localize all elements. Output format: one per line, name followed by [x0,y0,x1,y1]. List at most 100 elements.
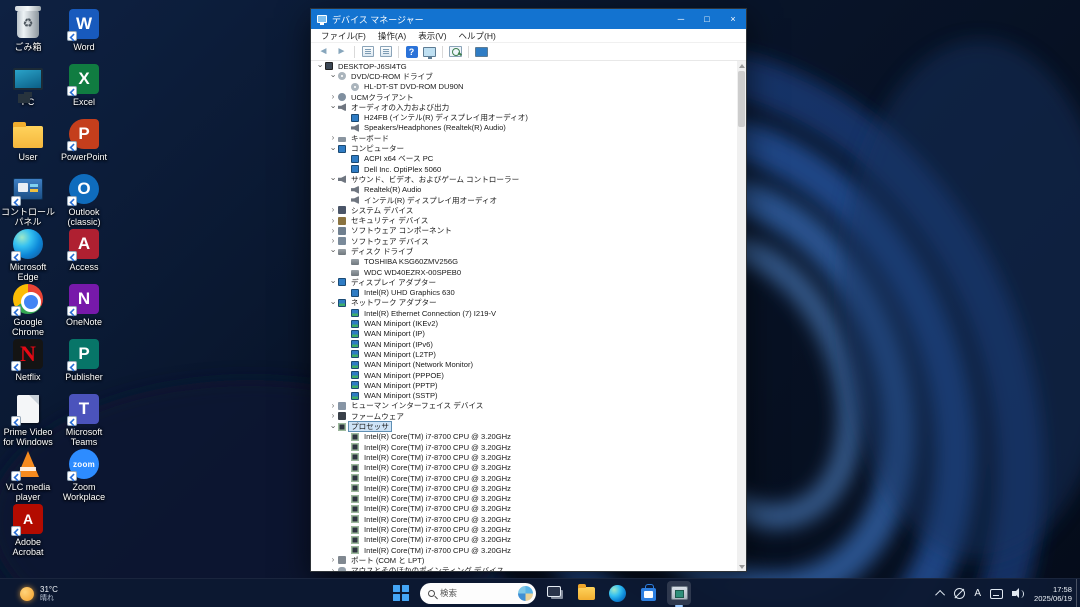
tree-item[interactable]: ACPI x64 ベース PC [311,154,737,164]
tree-item[interactable]: ›オーディオの入力および出力 [311,102,737,112]
vertical-scrollbar[interactable] [737,61,746,571]
tree-item[interactable]: HL-DT-ST DVD-ROM DU90N [311,82,737,92]
desktop-icon-folder[interactable]: User [0,118,56,162]
tree-item[interactable]: Intel(R) Core(TM) i7-8700 CPU @ 3.20GHz [311,483,737,493]
tree-item[interactable]: WAN Miniport (IPv6) [311,339,737,349]
maximize-button[interactable]: □ [694,9,720,29]
tree-item[interactable]: ›サウンド、ビデオ、およびゲーム コントローラー [311,174,737,184]
toolbar-display-icon[interactable] [474,45,489,59]
taskbar-file-explorer-button[interactable] [574,581,598,605]
menu-item-3[interactable]: ヘルプ(H) [454,29,501,43]
desktop-icon-acrobat[interactable]: AAdobe Acrobat [0,503,56,557]
desktop-icon-chrome[interactable]: Google Chrome [0,283,56,337]
expand-chevron-icon[interactable]: › [328,411,338,421]
taskbar-microsoft-edge-button[interactable] [605,581,629,605]
tree-item[interactable]: Speakers/Headphones (Realtek(R) Audio) [311,123,737,133]
tree-item[interactable]: ›キーボード [311,133,737,143]
desktop-icon-ppt[interactable]: PPowerPoint [56,118,112,162]
collapse-chevron-icon[interactable]: › [328,298,338,308]
tree-item[interactable]: Dell Inc. OptiPlex 5060 [311,164,737,174]
tree-item[interactable]: Intel(R) Core(TM) i7-8700 CPU @ 3.20GHz [311,524,737,534]
tree-item[interactable]: TOSHIBA KSG60ZMV256G [311,257,737,267]
tree-item[interactable]: Intel(R) Core(TM) i7-8700 CPU @ 3.20GHz [311,545,737,555]
toolbar-monitor-icon[interactable] [422,45,437,59]
tree-item[interactable]: ›コンピューター [311,143,737,153]
collapse-chevron-icon[interactable]: › [328,246,338,256]
desktop-icon-netflix[interactable]: NNetflix [0,338,56,382]
menu-item-0[interactable]: ファイル(F) [316,29,371,43]
collapse-chevron-icon[interactable]: › [328,174,338,184]
tree-item[interactable]: ›ファームウェア [311,411,737,421]
tree-item[interactable]: WAN Miniport (SSTP) [311,391,737,401]
desktop-icon-recycle[interactable]: ごみ箱 [0,8,56,52]
tree-item[interactable]: ›セキュリティ デバイス [311,215,737,225]
tree-item[interactable]: WAN Miniport (IP) [311,329,737,339]
tree-item[interactable]: ›ディスプレイ アダプター [311,277,737,287]
tree-item[interactable]: Intel(R) Core(TM) i7-8700 CPU @ 3.20GHz [311,442,737,452]
chevron-up-icon[interactable] [935,590,945,600]
tree-item[interactable]: Intel(R) Core(TM) i7-8700 CPU @ 3.20GHz [311,514,737,524]
tree-item[interactable]: Intel(R) Ethernet Connection (7) I219-V [311,308,737,318]
tree-item[interactable]: Intel(R) Core(TM) i7-8700 CPU @ 3.20GHz [311,473,737,483]
scroll-up-icon[interactable] [737,61,746,70]
desktop-icon-teams[interactable]: TMicrosoft Teams [56,393,112,447]
scroll-down-icon[interactable] [737,562,746,571]
tree-item[interactable]: WAN Miniport (Network Monitor) [311,360,737,370]
collapse-chevron-icon[interactable]: › [328,144,338,154]
tree-item[interactable]: Intel(R) Core(TM) i7-8700 CPU @ 3.20GHz [311,504,737,514]
close-button[interactable]: × [720,9,746,29]
collapse-chevron-icon[interactable]: › [328,71,338,81]
toolbar-properties-icon[interactable] [378,45,393,59]
menu-item-1[interactable]: 操作(A) [373,29,411,43]
tree-item[interactable]: ›プロセッサ [311,421,737,431]
tree-item[interactable]: ›システム デバイス [311,205,737,215]
tree-item[interactable]: ›ポート (COM と LPT) [311,555,737,565]
tree-item[interactable]: Intel(R) Core(TM) i7-8700 CPU @ 3.20GHz [311,452,737,462]
tree-item[interactable]: Intel(R) Core(TM) i7-8700 CPU @ 3.20GHz [311,463,737,473]
taskbar-microsoft-store-button[interactable] [636,581,660,605]
tree-item[interactable]: ›ソフトウェア コンポーネント [311,226,737,236]
tree-item[interactable]: WAN Miniport (IKEv2) [311,318,737,328]
tree-item[interactable]: ›UCMクライアント [311,92,737,102]
tree-item[interactable]: Intel(R) Core(TM) i7-8700 CPU @ 3.20GHz [311,535,737,545]
desktop-icon-onenote[interactable]: NOneNote [56,283,112,327]
tree-item[interactable]: WAN Miniport (L2TP) [311,349,737,359]
title-bar[interactable]: デバイス マネージャー ─ □ × [311,9,746,29]
scrollbar-thumb[interactable] [738,71,745,127]
expand-chevron-icon[interactable]: › [328,236,338,246]
toolbar-back-icon[interactable]: ◄ [316,45,331,59]
collapse-chevron-icon[interactable]: › [315,61,325,71]
tree-item[interactable]: Intel(R) Core(TM) i7-8700 CPU @ 3.20GHz [311,432,737,442]
expand-chevron-icon[interactable]: › [328,216,338,226]
collapse-chevron-icon[interactable]: › [328,277,338,287]
desktop-icon-excel[interactable]: XExcel [56,63,112,107]
tree-item[interactable]: Realtek(R) Audio [311,185,737,195]
search-box[interactable]: 検索 [420,583,536,604]
tree-item[interactable]: ›ヒューマン インターフェイス デバイス [311,401,737,411]
expand-chevron-icon[interactable]: › [328,401,338,411]
minimize-button[interactable]: ─ [668,9,694,29]
desktop-icon-outlook[interactable]: OOutlook (classic) [56,173,112,227]
toolbar-scan-hardware-icon[interactable] [448,45,463,59]
network-icon[interactable] [954,588,965,599]
tree-item[interactable]: Intel(R) UHD Graphics 630 [311,288,737,298]
tree-item[interactable]: WDC WD40EZRX-00SPEB0 [311,267,737,277]
collapse-chevron-icon[interactable]: › [328,422,338,432]
touch-keyboard-icon[interactable] [990,589,1003,599]
expand-chevron-icon[interactable]: › [328,566,338,571]
desktop-icon-prime[interactable]: Prime Video for Windows [0,393,56,447]
expand-chevron-icon[interactable]: › [328,92,338,102]
desktop-icon-pc[interactable]: PC [0,63,56,107]
clock[interactable]: 17:58 2025/06/19 [1034,585,1072,603]
desktop-icon-control[interactable]: コントロール パネル [0,173,56,227]
toolbar-help-icon[interactable]: ? [404,45,419,59]
toolbar-forward-icon[interactable]: ► [334,45,349,59]
start-button[interactable] [389,581,413,605]
volume-icon[interactable] [1012,588,1025,599]
tree-item[interactable]: WAN Miniport (PPPOE) [311,370,737,380]
tree-item[interactable]: ›マウスとそのほかのポインティング デバイス [311,566,737,571]
desktop-icon-zoomapp[interactable]: zoomZoom Workplace [56,448,112,502]
desktop-icon-publisher[interactable]: PPublisher [56,338,112,382]
menu-item-2[interactable]: 表示(V) [413,29,451,43]
toolbar-console-icon[interactable] [360,45,375,59]
